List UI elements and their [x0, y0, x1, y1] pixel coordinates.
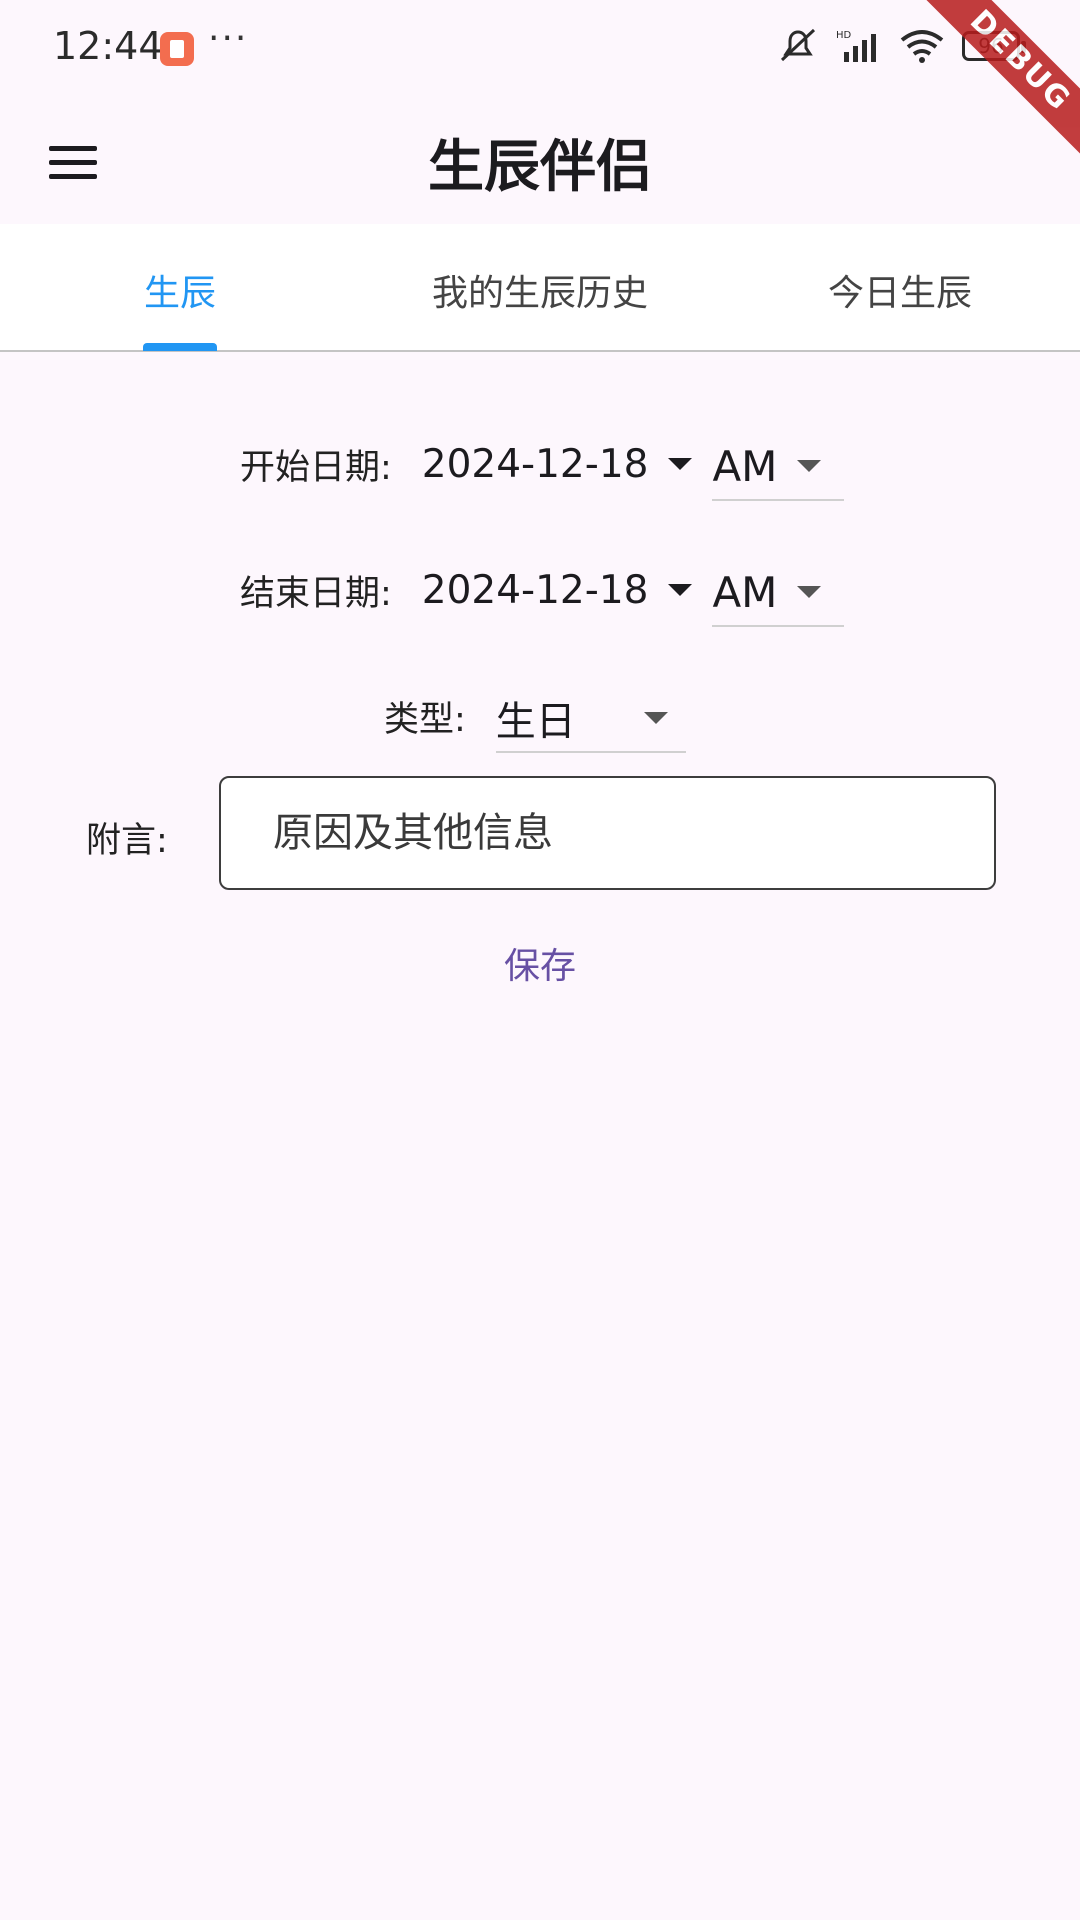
wifi-icon	[900, 30, 944, 63]
end-date-value[interactable]: 2024-12-18	[422, 568, 649, 613]
hd-signal-icon: HD	[836, 30, 876, 62]
tab-my-history[interactable]: 我的生辰历史	[420, 264, 660, 316]
save-button[interactable]: 保存	[480, 928, 600, 998]
tab-indicator	[143, 343, 217, 351]
start-date-row: 开始日期: 2024-12-18 AM	[240, 424, 845, 504]
end-date-label: 结束日期:	[240, 573, 392, 614]
type-label: 类型:	[384, 699, 466, 740]
tab-birthday[interactable]: 生辰	[143, 264, 217, 316]
tab-bar: 生辰 我的生辰历史 今日生辰	[0, 224, 1080, 352]
type-row: 类型: 生日	[384, 676, 686, 756]
end-period-select[interactable]: AM	[712, 553, 845, 627]
more-notifications-icon: ···	[208, 18, 249, 59]
end-date-dropdown-icon[interactable]	[668, 584, 693, 596]
start-date-value[interactable]: 2024-12-18	[422, 442, 649, 487]
end-period-value: AM	[712, 567, 778, 617]
note-label: 附言:	[86, 821, 168, 861]
start-date-label: 开始日期:	[240, 447, 392, 488]
tab-today[interactable]: 今日生辰	[820, 264, 980, 316]
end-date-row: 结束日期: 2024-12-18 AM	[240, 550, 845, 630]
status-bar: 12:44 ··· HD 96	[0, 0, 1080, 100]
type-value: 生日	[495, 699, 576, 745]
svg-text:HD: HD	[836, 30, 852, 41]
note-input[interactable]	[219, 776, 996, 890]
page-title: 生辰伴侣	[428, 135, 652, 200]
app-notification-icon	[160, 32, 194, 66]
app-bar: 生辰伴侣	[0, 100, 1080, 224]
chevron-down-icon	[797, 586, 822, 598]
chevron-down-icon	[797, 460, 822, 472]
type-select[interactable]: 生日	[495, 679, 686, 753]
start-period-select[interactable]: AM	[712, 427, 845, 501]
chevron-down-icon	[643, 712, 668, 724]
mute-icon	[780, 28, 816, 62]
status-time: 12:44	[53, 24, 163, 68]
start-date-dropdown-icon[interactable]	[668, 458, 693, 470]
start-period-value: AM	[712, 441, 778, 491]
